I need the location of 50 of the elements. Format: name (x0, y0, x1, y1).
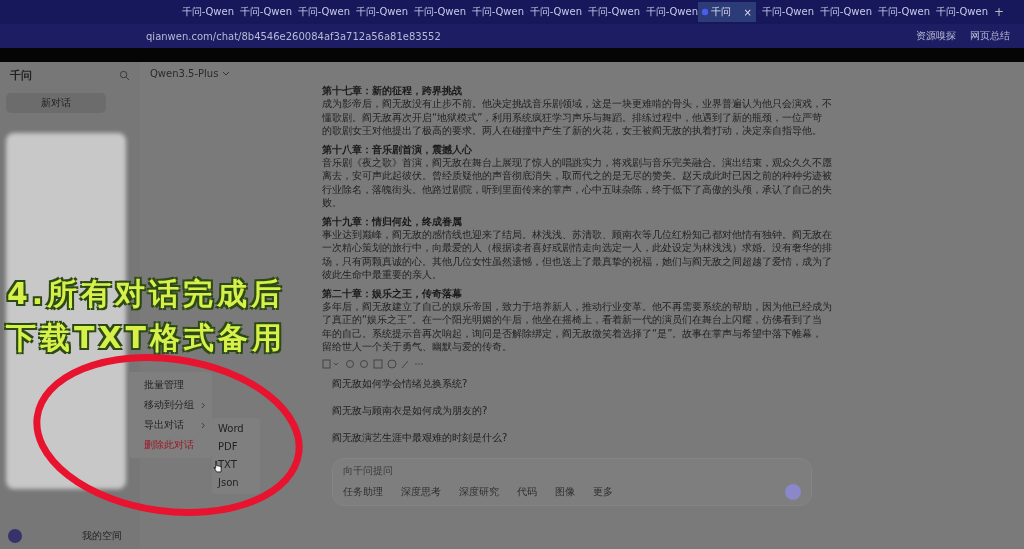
composer-tool[interactable]: 图像 (555, 484, 575, 499)
new-tab-button[interactable]: + (994, 5, 1005, 19)
suggested-question[interactable]: 阎无敌如何学会情绪兑换系统? (332, 376, 468, 391)
browser-tab[interactable]: 千问-Qwen (466, 2, 524, 22)
browser-tab[interactable]: 千问-Qwen (582, 2, 640, 22)
browser-tab[interactable]: 千问-Qwen (814, 2, 872, 22)
menu-item[interactable]: 导出对话 (128, 415, 212, 435)
browser-tab[interactable]: 千问-Qwen (872, 2, 930, 22)
new-chat-button[interactable]: 新对话 (6, 93, 106, 113)
browser-tab[interactable]: 千问-Qwen (930, 2, 988, 22)
browser-tab[interactable]: 千问-Qwen (640, 2, 698, 22)
app-logo: 千问 (10, 68, 32, 83)
search-icon[interactable] (119, 70, 130, 81)
app-logo-icon (701, 8, 709, 16)
browser-tab[interactable]: 千问-Qwen (292, 2, 350, 22)
chapter-title: 第十七章：新的征程，跨界挑战 (322, 84, 463, 97)
composer-tool[interactable]: 更多 (593, 484, 613, 499)
model-selector[interactable]: Qwen3.5-Plus (150, 67, 219, 79)
toolbar-link[interactable]: 网页总结 (970, 29, 1010, 43)
export-format-option[interactable]: PDF (212, 438, 260, 456)
close-tab-button[interactable]: × (743, 6, 752, 18)
export-format-option[interactable]: Json (212, 474, 260, 492)
composer-tool[interactable]: 深度研究 (459, 484, 499, 499)
chevron-icon (201, 401, 206, 409)
my-space-link[interactable]: 我的空间 (82, 529, 122, 543)
menu-item[interactable]: 移动到分组 (128, 395, 212, 415)
composer-tool[interactable]: 任务助理 (343, 484, 383, 499)
chapter-title: 第二十章：娱乐之王，传奇落幕 (322, 286, 463, 300)
export-format-option[interactable]: TXT (212, 456, 260, 474)
browser-tab[interactable]: 千问-Qwen (234, 2, 292, 22)
browser-tab[interactable]: 千问-Qwen (176, 2, 234, 22)
composer-tool[interactable]: 深度思考 (401, 484, 441, 499)
address-bar[interactable]: qianwen.com/chat/8b4546e260084af3a712a56a81e83552 (146, 30, 916, 42)
caret-icon[interactable] (222, 70, 231, 76)
suggested-question[interactable]: 阎无敌与顾南衣是如何成为朋友的? (332, 403, 488, 418)
composer-tool[interactable]: 代码 (517, 484, 537, 499)
toolbar-link[interactable]: 资源嗅探 (916, 29, 956, 43)
browser-tab[interactable]: 千问 × (698, 2, 756, 22)
chapter-title: 第十九章：情归何处，终成眷属 (322, 214, 463, 228)
browser-tab[interactable]: 千问-Qwen (756, 2, 814, 22)
menu-item[interactable]: 批量管理 (128, 375, 212, 395)
browser-tab[interactable]: 千问-Qwen (350, 2, 408, 22)
chapter-title: 第十八章：音乐剧首演，震撼人心 (322, 142, 473, 156)
browser-tab[interactable]: 千问-Qwen (408, 2, 466, 22)
chapter-text: 音乐剧《夜之歌》首演，阎无敌在舞台上展现了惊人的唱跳实力，将戏剧与音乐完美融合。演出结束，观众久久不愿离去，安可声此起彼伏。曾经质疑他的声音彻底消失，取而代之的是无尽的赞美。赵天成此时已因之前的种种劣迹被行业除名，落魄街头。他路过剧院，听到里面传来的掌声，心中五味杂陈，终于低下了高傲的头颅，承认了自己的失败。 (322, 155, 832, 210)
suggested-question[interactable]: 阎无敌演艺生涯中最艰难的时刻是什么? (332, 430, 508, 445)
export-format-option[interactable]: Word (212, 420, 260, 438)
avatar[interactable] (8, 529, 22, 543)
chevron-icon (201, 421, 206, 429)
browser-tab[interactable]: 千问-Qwen (524, 2, 582, 22)
